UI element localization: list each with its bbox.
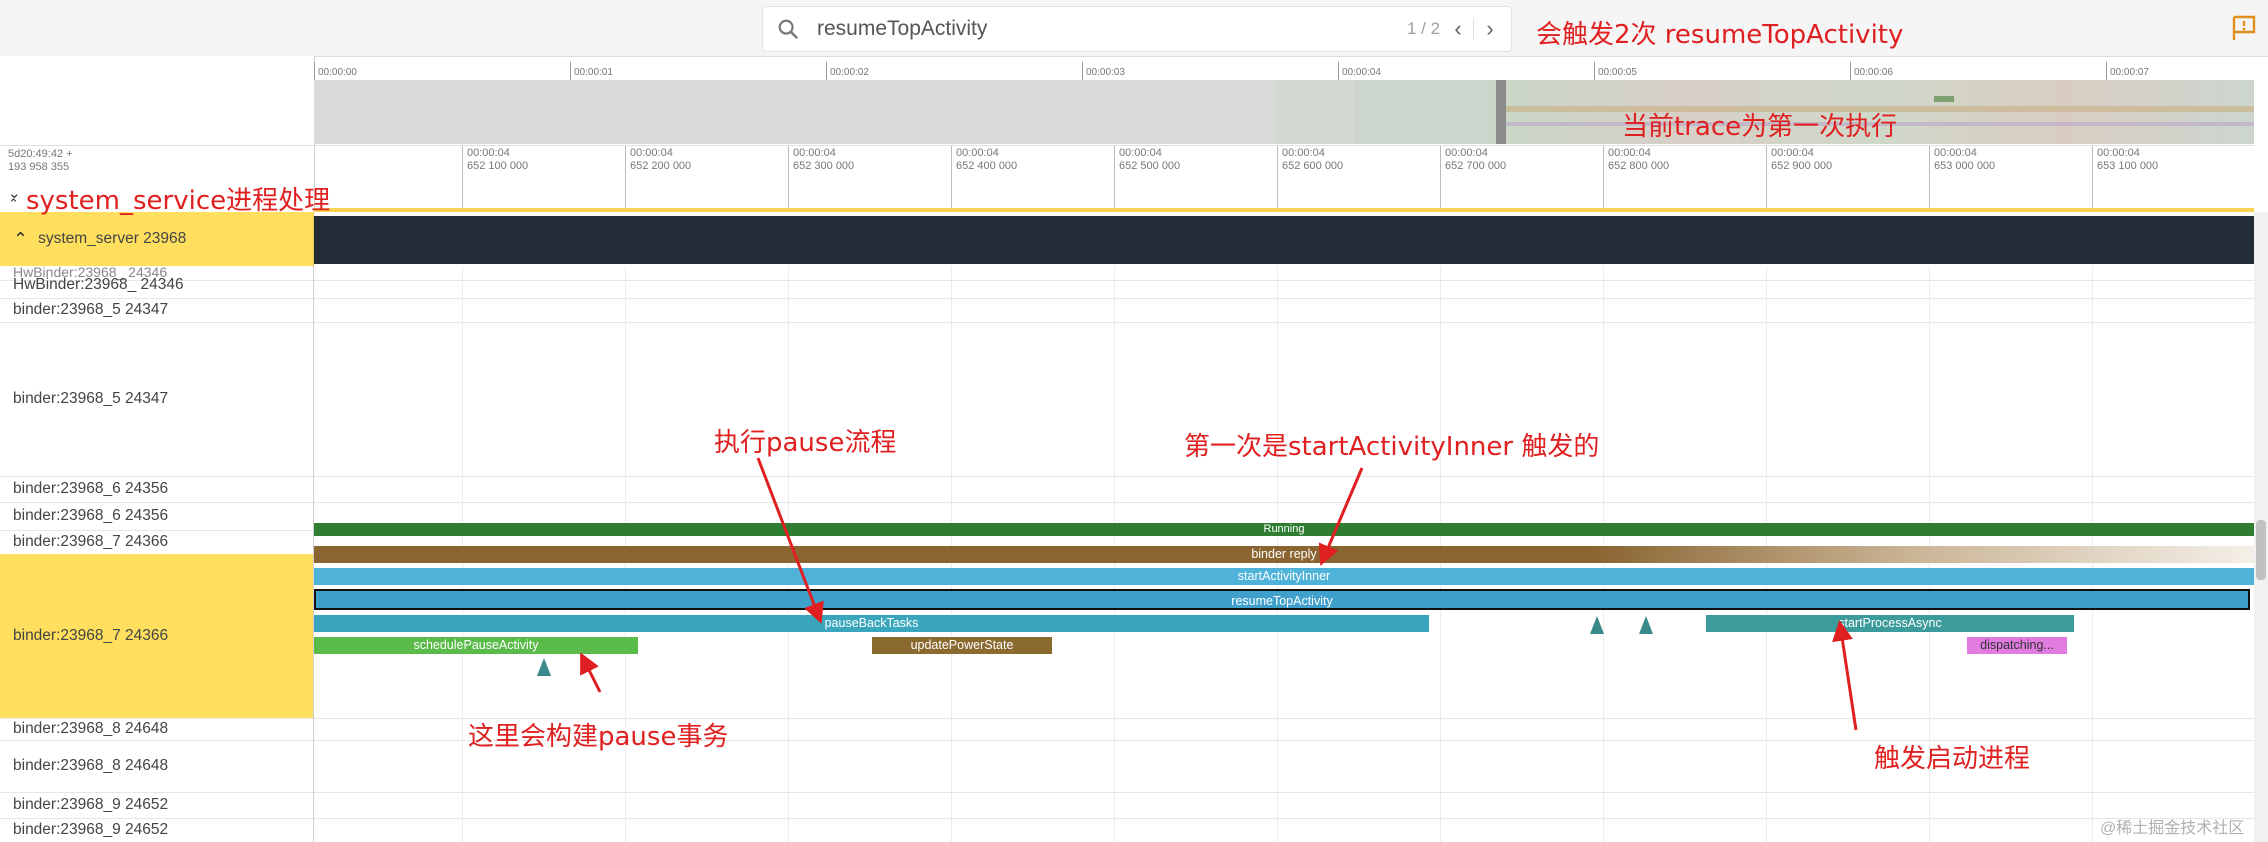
process-name: system_server 23968 bbox=[38, 230, 187, 247]
overview-activity-strip[interactable] bbox=[314, 80, 2254, 144]
divider bbox=[1473, 19, 1474, 39]
schedule-pause-activity-slice[interactable]: schedulePauseActivity bbox=[314, 637, 638, 654]
overview-left-panel bbox=[0, 56, 315, 145]
overview-segment bbox=[1274, 80, 1354, 144]
search-result-count: 1 / 2 bbox=[1407, 19, 1441, 38]
flow-event-marker[interactable] bbox=[1639, 616, 1653, 634]
track-label: binder:23968_9 24652 bbox=[0, 792, 314, 818]
overview-tick: 00:00:07 bbox=[2106, 62, 2149, 80]
dispatching-slice[interactable]: dispatching... bbox=[1967, 637, 2067, 654]
running-state-slice[interactable]: Running bbox=[314, 523, 2254, 536]
annotation-system-service: system_service进程处理 bbox=[26, 186, 331, 216]
track-label: binder:23968_7 24366 bbox=[0, 530, 314, 554]
process-row[interactable]: ⌃ system_server 23968 bbox=[0, 212, 2254, 266]
track-label: binder:23968_8 24648 bbox=[0, 740, 314, 792]
overview-tick: 00:00:06 bbox=[1850, 62, 1893, 80]
detail-tick: 00:00:04 652 500 000 bbox=[1114, 146, 1180, 212]
track-row[interactable]: binder:23968_5 24347 bbox=[0, 322, 2254, 477]
track-row[interactable]: binder:23968_9 24652 bbox=[0, 792, 2254, 819]
overview-viewport-marker[interactable] bbox=[1496, 80, 1506, 144]
track-label: binder:23968_5 24347 bbox=[0, 322, 314, 476]
detail-tick: 00:00:04 652 600 000 bbox=[1277, 146, 1343, 212]
process-summary-track[interactable] bbox=[314, 216, 2254, 264]
track-label: binder:23968_9 24652 bbox=[0, 818, 314, 842]
annotation-exec-pause: 执行pause流程 bbox=[714, 428, 897, 458]
overview-time-axis: 00:00:00 00:00:01 00:00:02 00:00:03 00:0… bbox=[314, 56, 2268, 80]
annotation-first-time: 第一次是startActivityInner 触发的 bbox=[1184, 432, 1600, 462]
overview-tick: 00:00:04 bbox=[1338, 62, 1381, 80]
detail-tick: 00:00:04 652 700 000 bbox=[1440, 146, 1506, 212]
flow-event-marker[interactable] bbox=[1590, 616, 1604, 634]
flow-event-marker[interactable] bbox=[537, 658, 551, 676]
expand-all-icon[interactable]: ⌃ bbox=[8, 196, 19, 212]
track-row[interactable]: binder:23968_9 24652 bbox=[0, 818, 2254, 842]
start-process-async-slice[interactable]: startProcessAsync bbox=[1706, 615, 2074, 632]
annotation-trigger-start: 触发启动进程 bbox=[1874, 744, 2031, 774]
time-offset-line2: 193 958 355 bbox=[8, 161, 70, 173]
detail-tick: 00:00:04 652 300 000 bbox=[788, 146, 854, 212]
detail-tick: 00:00:04 653 000 000 bbox=[1929, 146, 1995, 212]
track-label: binder:23968_6 24356 bbox=[0, 502, 314, 530]
detail-time-axis: 00:00:04 652 100 000 00:00:04 652 200 000 … bbox=[314, 145, 2254, 212]
search-box[interactable]: 1 / 2 ‹ › bbox=[762, 6, 1512, 52]
watermark: @稀土掘金技术社区 bbox=[2100, 820, 2245, 837]
binder-reply-slice[interactable]: binder reply bbox=[314, 546, 2254, 563]
overview-segment bbox=[1354, 80, 1494, 144]
detail-tick: 00:00:04 652 900 000 bbox=[1766, 146, 1832, 212]
detail-tick: 00:00:04 652 400 000 bbox=[951, 146, 1017, 212]
overview-tick: 00:00:01 bbox=[570, 62, 613, 80]
start-activity-inner-slice[interactable]: startActivityInner bbox=[314, 568, 2254, 585]
pause-back-tasks-slice[interactable]: pauseBackTasks bbox=[314, 615, 1429, 632]
chevron-right-icon[interactable]: › bbox=[1477, 15, 1503, 43]
track-label: binder:23968_8 24648 bbox=[0, 718, 314, 740]
overview-segment bbox=[1934, 96, 1954, 102]
top-bar: 1 / 2 ‹ › bbox=[0, 0, 2268, 57]
annotation-trigger-twice: 会触发2次 resumeTopActivity bbox=[1536, 20, 1904, 50]
collapse-icon[interactable]: ⌃ bbox=[13, 229, 28, 250]
search-icon bbox=[778, 19, 799, 40]
track-label: binder:23968_6 24356 bbox=[0, 476, 314, 502]
track-label: HwBinder:23968_ 24346 bbox=[0, 272, 314, 298]
scrollbar-thumb[interactable] bbox=[2256, 520, 2266, 580]
detail-tick: 00:00:04 652 100 000 bbox=[462, 146, 528, 212]
track-label: binder:23968_5 24347 bbox=[0, 298, 314, 322]
search-input[interactable] bbox=[817, 15, 1117, 43]
track-row[interactable]: binder:23968_6 24356 bbox=[0, 476, 2254, 503]
track-row[interactable]: binder:23968_5 24347 bbox=[0, 298, 2254, 323]
chevron-left-icon[interactable]: ‹ bbox=[1445, 15, 1471, 43]
annotation-build-pause: 这里会构建pause事务 bbox=[468, 722, 729, 752]
track-row[interactable]: HwBinder:23968_ 24346 bbox=[0, 272, 2254, 299]
resume-top-activity-slice[interactable]: resumeTopActivity bbox=[314, 589, 2250, 610]
detail-tick: 00:00:04 653 100 000 bbox=[2092, 146, 2158, 212]
update-power-state-slice[interactable]: updatePowerState bbox=[872, 637, 1052, 654]
overview-tick: 00:00:03 bbox=[1082, 62, 1125, 80]
annotation-current-trace: 当前trace为第一次执行 bbox=[1622, 112, 1898, 142]
track-label: binder:23968_7 24366 bbox=[0, 554, 314, 718]
process-label[interactable]: ⌃ system_server 23968 bbox=[0, 212, 314, 266]
flag-icon[interactable] bbox=[2230, 14, 2258, 42]
detail-tick: 00:00:04 652 200 000 bbox=[625, 146, 691, 212]
detail-tick: 00:00:04 652 800 000 bbox=[1603, 146, 1669, 212]
time-offset-line1: 5d20:49:42 + bbox=[8, 148, 73, 160]
overview-tick: 00:00:02 bbox=[826, 62, 869, 80]
overview-tick: 00:00:05 bbox=[1594, 62, 1637, 80]
overview-tick: 00:00:00 bbox=[314, 62, 357, 80]
